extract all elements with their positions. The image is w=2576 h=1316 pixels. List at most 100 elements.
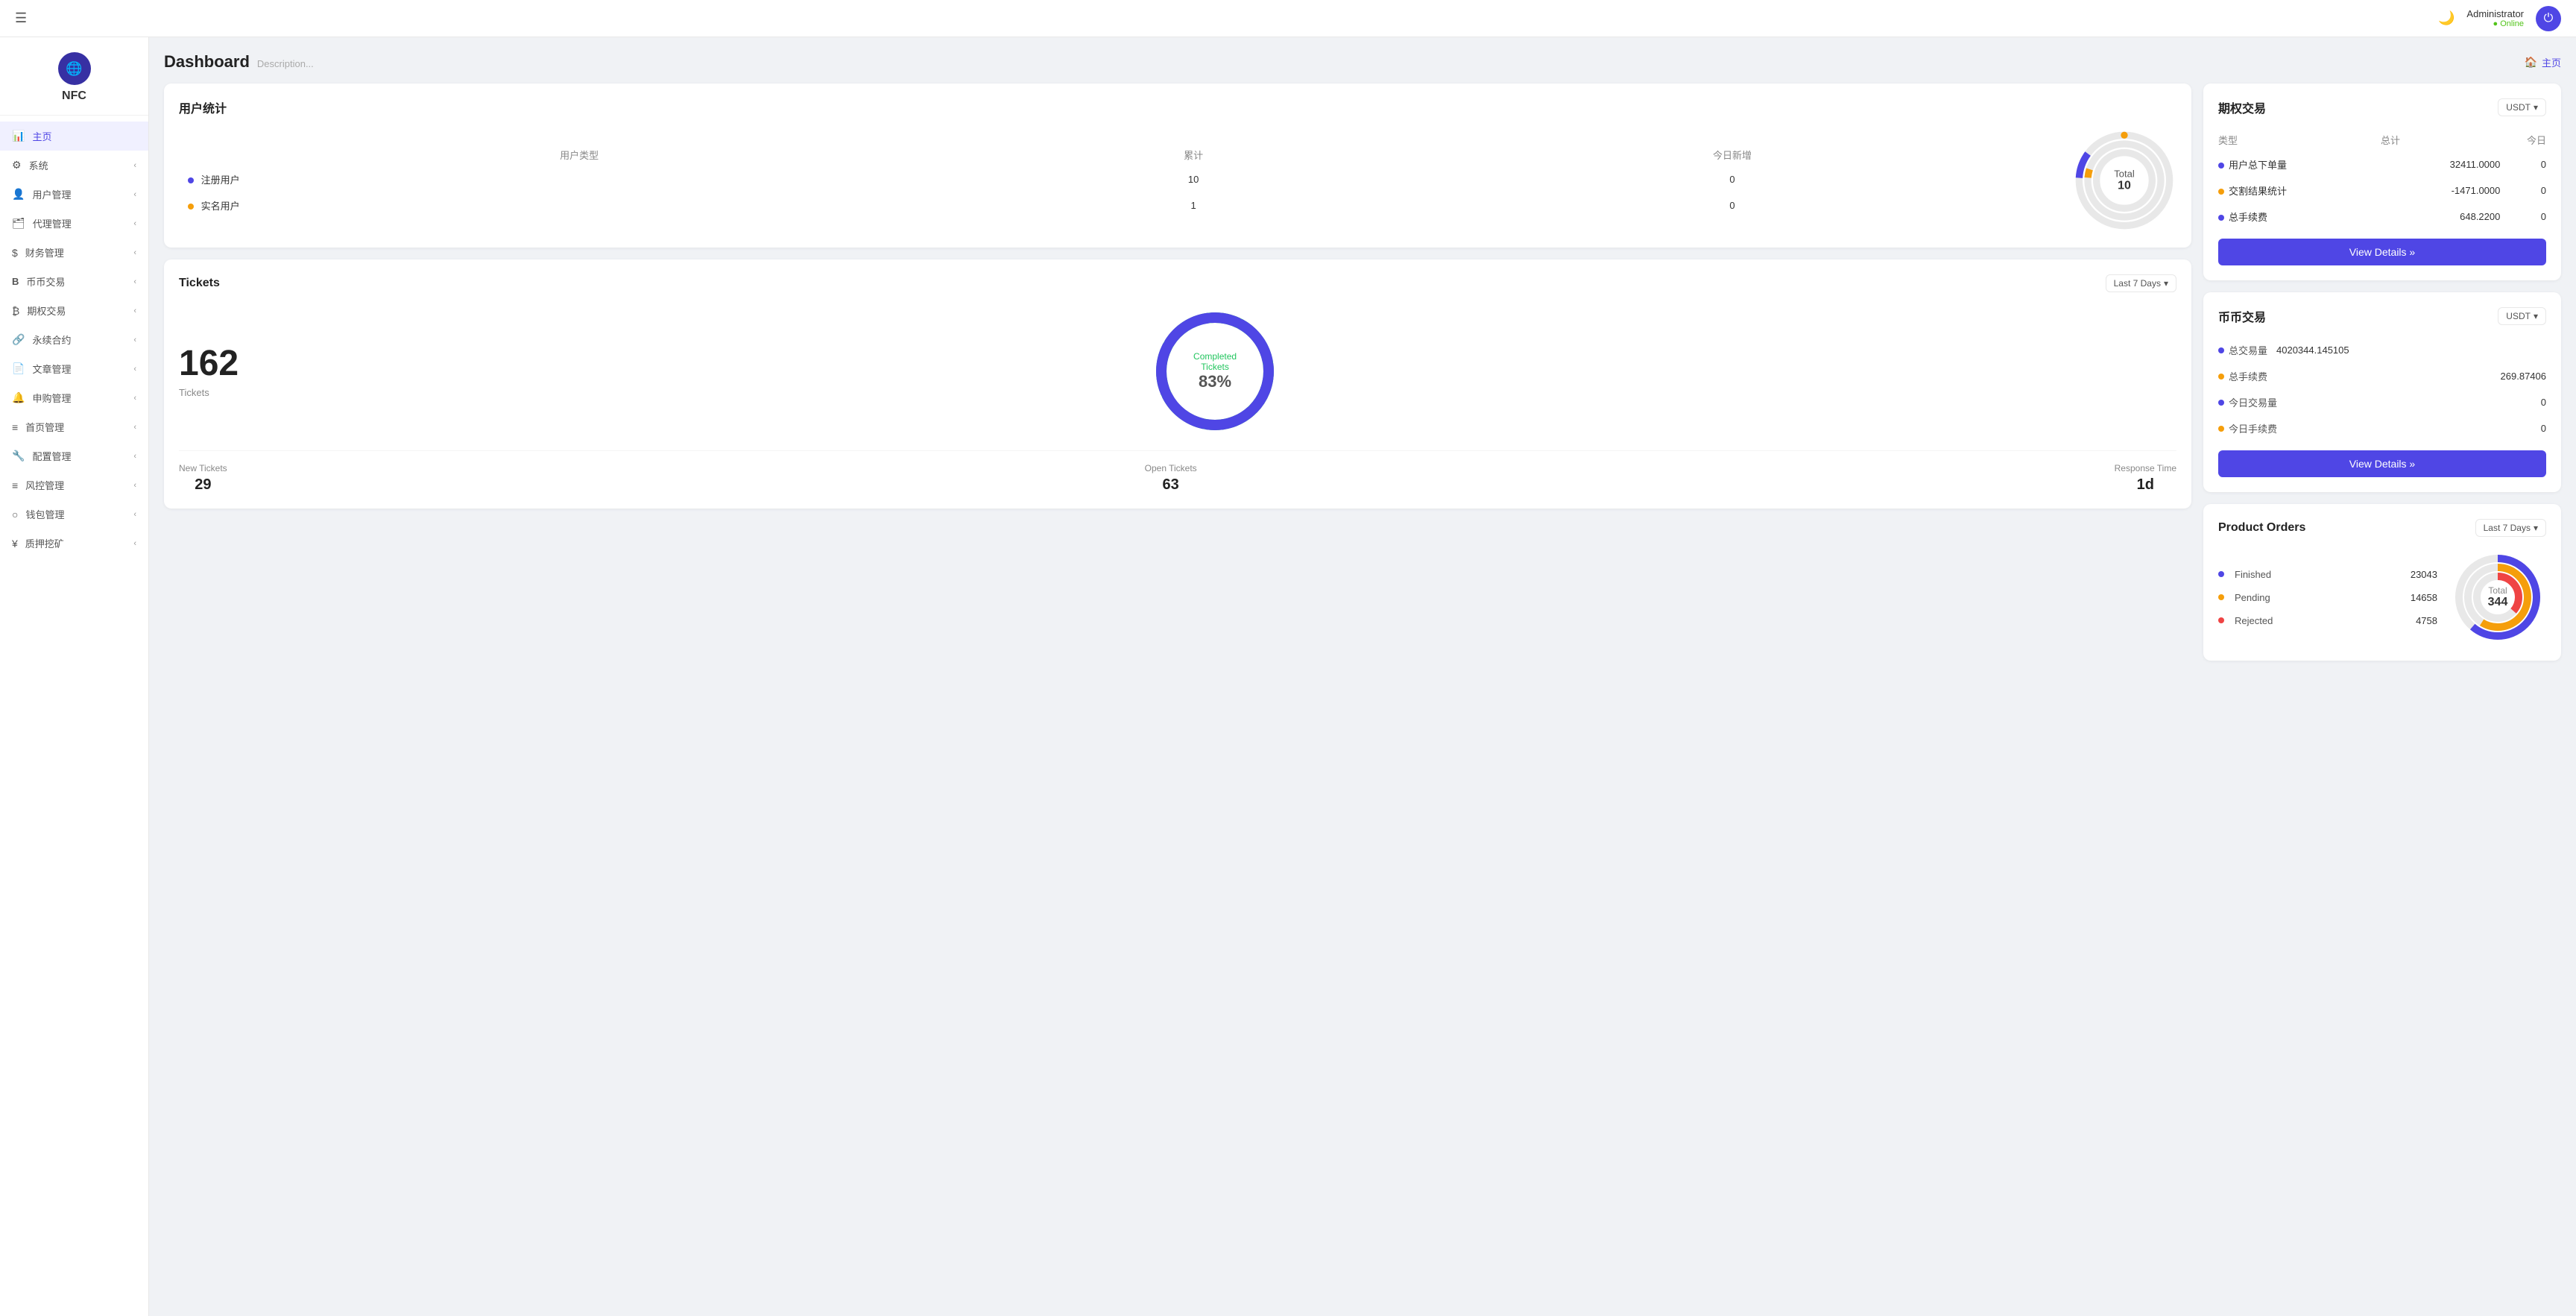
left-column: 用户统计 用户类型 累计 今日新增	[164, 84, 2191, 661]
crypto-row-value: 269.87406	[2501, 371, 2546, 382]
futures-table: 类型 总计 今日 用户总下单量 32411.0000 0	[2218, 128, 2546, 230]
col-today: 今日	[2500, 128, 2546, 151]
chevron-right-icon: ‹	[133, 248, 136, 257]
sidebar-item-wallet-mgmt[interactable]: ○ 钱包管理 ‹	[0, 500, 148, 529]
sidebar-item-futures-trade[interactable]: ₿ 期权交易 ‹	[0, 296, 148, 325]
product-orders-title: Product Orders	[2218, 521, 2305, 535]
today-cell: 0	[2500, 204, 2546, 230]
config-icon: 🔧	[12, 450, 25, 462]
sidebar-item-risk-mgmt[interactable]: ≡ 风控管理 ‹	[0, 470, 148, 500]
futures-currency-select[interactable]: USDT ▾	[2498, 98, 2546, 116]
page-title: Dashboard	[164, 52, 250, 72]
moon-icon[interactable]: 🌙	[2438, 10, 2455, 26]
sidebar-item-system[interactable]: ⚙ 系统 ‹	[0, 151, 148, 180]
dot-blue	[2218, 347, 2224, 353]
user-stats-title: 用户统计	[179, 98, 227, 116]
topbar: ☰ 🌙 Administrator Online ⏻	[0, 0, 2576, 37]
page-header: Dashboard Description... 🏠 主页	[164, 52, 2561, 72]
sidebar-item-label: 币币交易	[26, 274, 126, 289]
crypto-rows: 总交易量 4020344.145105 总手续费 269.87406	[2218, 337, 2546, 441]
sidebar-item-label: 风控管理	[25, 478, 126, 492]
user-donut-chart: Total 10	[2072, 128, 2176, 233]
logo-text: NFC	[62, 89, 86, 103]
stat-response-time: Response Time 1d	[2115, 463, 2176, 494]
stat-value: 29	[179, 476, 227, 494]
sidebar-item-homepage-mgmt[interactable]: ≡ 首页管理 ‹	[0, 412, 148, 441]
crypto-currency-select[interactable]: USDT ▾	[2498, 307, 2546, 325]
product-row-value: 4758	[2416, 615, 2437, 626]
tickets-card: Tickets Last 7 Days ▾ 162 Tickets	[164, 259, 2191, 509]
col-type: 类型	[2218, 128, 2381, 151]
type-cell: 总手续费	[2218, 204, 2381, 230]
crypto-title: 币币交易	[2218, 307, 2266, 325]
stat-open-tickets: Open Tickets 63	[1145, 463, 1197, 494]
sidebar-item-label: 钱包管理	[25, 507, 126, 521]
sidebar-item-user-mgmt[interactable]: 👤 用户管理 ‹	[0, 180, 148, 209]
sidebar-item-crypto-trade[interactable]: B 币币交易 ‹	[0, 267, 148, 296]
sidebar-logo: 🌐 NFC	[0, 37, 148, 116]
tickets-filter[interactable]: Last 7 Days ▾	[2106, 274, 2176, 292]
breadcrumb[interactable]: 🏠 主页	[2525, 55, 2561, 69]
crypto-view-details-button[interactable]: View Details »	[2218, 450, 2546, 477]
layout: 🌐 NFC 📊 主页 ⚙ 系统 ‹ 👤 用户管理 ‹ 🗂 代理管理 ‹	[0, 37, 2576, 676]
stat-label: New Tickets	[179, 463, 227, 473]
donut-label: Total	[2114, 169, 2134, 180]
crypto-row: 今日交易量 0	[2218, 389, 2546, 415]
dot-blue	[2218, 571, 2224, 577]
main-content: Dashboard Description... 🏠 主页 用户统计	[149, 37, 2576, 676]
user-today-cell: 0	[1407, 166, 2057, 192]
user-today-cell: 0	[1407, 192, 2057, 218]
breadcrumb-label: 主页	[2542, 55, 2561, 69]
col-total: 总计	[2381, 128, 2500, 151]
futures-view-details-button[interactable]: View Details »	[2218, 239, 2546, 265]
agent-icon: 🗂	[12, 217, 25, 230]
donut-completed-label: Completed Tickets	[1181, 351, 1248, 372]
table-row: 交割结果统计 -1471.0000 0	[2218, 177, 2546, 204]
chevron-right-icon: ‹	[133, 190, 136, 199]
sidebar-item-config-mgmt[interactable]: 🔧 配置管理 ‹	[0, 441, 148, 470]
product-orders-filter[interactable]: Last 7 Days ▾	[2475, 519, 2546, 537]
sidebar-item-subscribe-mgmt[interactable]: 🔔 申购管理 ‹	[0, 383, 148, 412]
product-content: Finished 23043 Pending 14658	[2218, 549, 2546, 646]
stat-label: Response Time	[2115, 463, 2176, 473]
user-icon: 👤	[12, 188, 25, 201]
home-breadcrumb-icon: 🏠	[2525, 56, 2537, 69]
mining-icon: ¥	[12, 538, 18, 550]
currency-label: USDT	[2506, 102, 2531, 113]
sidebar-item-mining[interactable]: ¥ 质押挖矿 ‹	[0, 529, 148, 558]
wallet-icon: ○	[12, 509, 18, 520]
futures-card: 期权交易 USDT ▾ 类型 总计 今日	[2203, 84, 2561, 280]
product-row-label-text: Pending	[2235, 592, 2270, 603]
dot-orange	[2218, 426, 2224, 432]
left: 今日手续费	[2218, 421, 2277, 435]
hamburger-icon[interactable]: ☰	[15, 10, 27, 26]
sidebar-item-perpetual[interactable]: 🔗 永续合约 ‹	[0, 325, 148, 354]
currency-label: USDT	[2506, 311, 2531, 321]
home-icon: 📊	[12, 130, 25, 142]
crypto-trade-card: 币币交易 USDT ▾ 总交易量 4020344.145105	[2203, 292, 2561, 492]
user-type-label: 注册用户	[201, 174, 240, 186]
sidebar-item-label: 主页	[32, 129, 136, 143]
tickets-label: Tickets	[179, 387, 239, 398]
sidebar-item-agent-mgmt[interactable]: 🗂 代理管理 ‹	[0, 209, 148, 238]
crypto-row-label: 总交易量	[2229, 343, 2267, 357]
power-button[interactable]: ⏻	[2536, 6, 2561, 31]
sidebar-item-article-mgmt[interactable]: 📄 文章管理 ‹	[0, 354, 148, 383]
crypto-row-value: 0	[2541, 423, 2546, 434]
col-total: 累计	[979, 143, 1407, 166]
crypto-row-value: 4020344.145105	[2276, 344, 2349, 356]
sidebar-item-home[interactable]: 📊 主页	[0, 122, 148, 151]
chevron-right-icon: ‹	[133, 161, 136, 170]
subscribe-icon: 🔔	[12, 391, 25, 404]
user-total-cell: 10	[979, 166, 1407, 192]
system-icon: ⚙	[12, 159, 22, 171]
product-row-rejected: Rejected 4758	[2218, 609, 2437, 632]
user-name: Administrator	[2466, 8, 2524, 19]
chevron-right-icon: ‹	[133, 423, 136, 432]
sidebar-nav: 📊 主页 ⚙ 系统 ‹ 👤 用户管理 ‹ 🗂 代理管理 ‹ $ 财务管理	[0, 116, 148, 564]
crypto-row: 今日手续费 0	[2218, 415, 2546, 441]
dot-blue	[2218, 163, 2224, 169]
donut-value: 10	[2114, 180, 2134, 193]
sidebar-item-label: 期权交易	[27, 303, 126, 318]
sidebar-item-finance-mgmt[interactable]: $ 财务管理 ‹	[0, 238, 148, 267]
